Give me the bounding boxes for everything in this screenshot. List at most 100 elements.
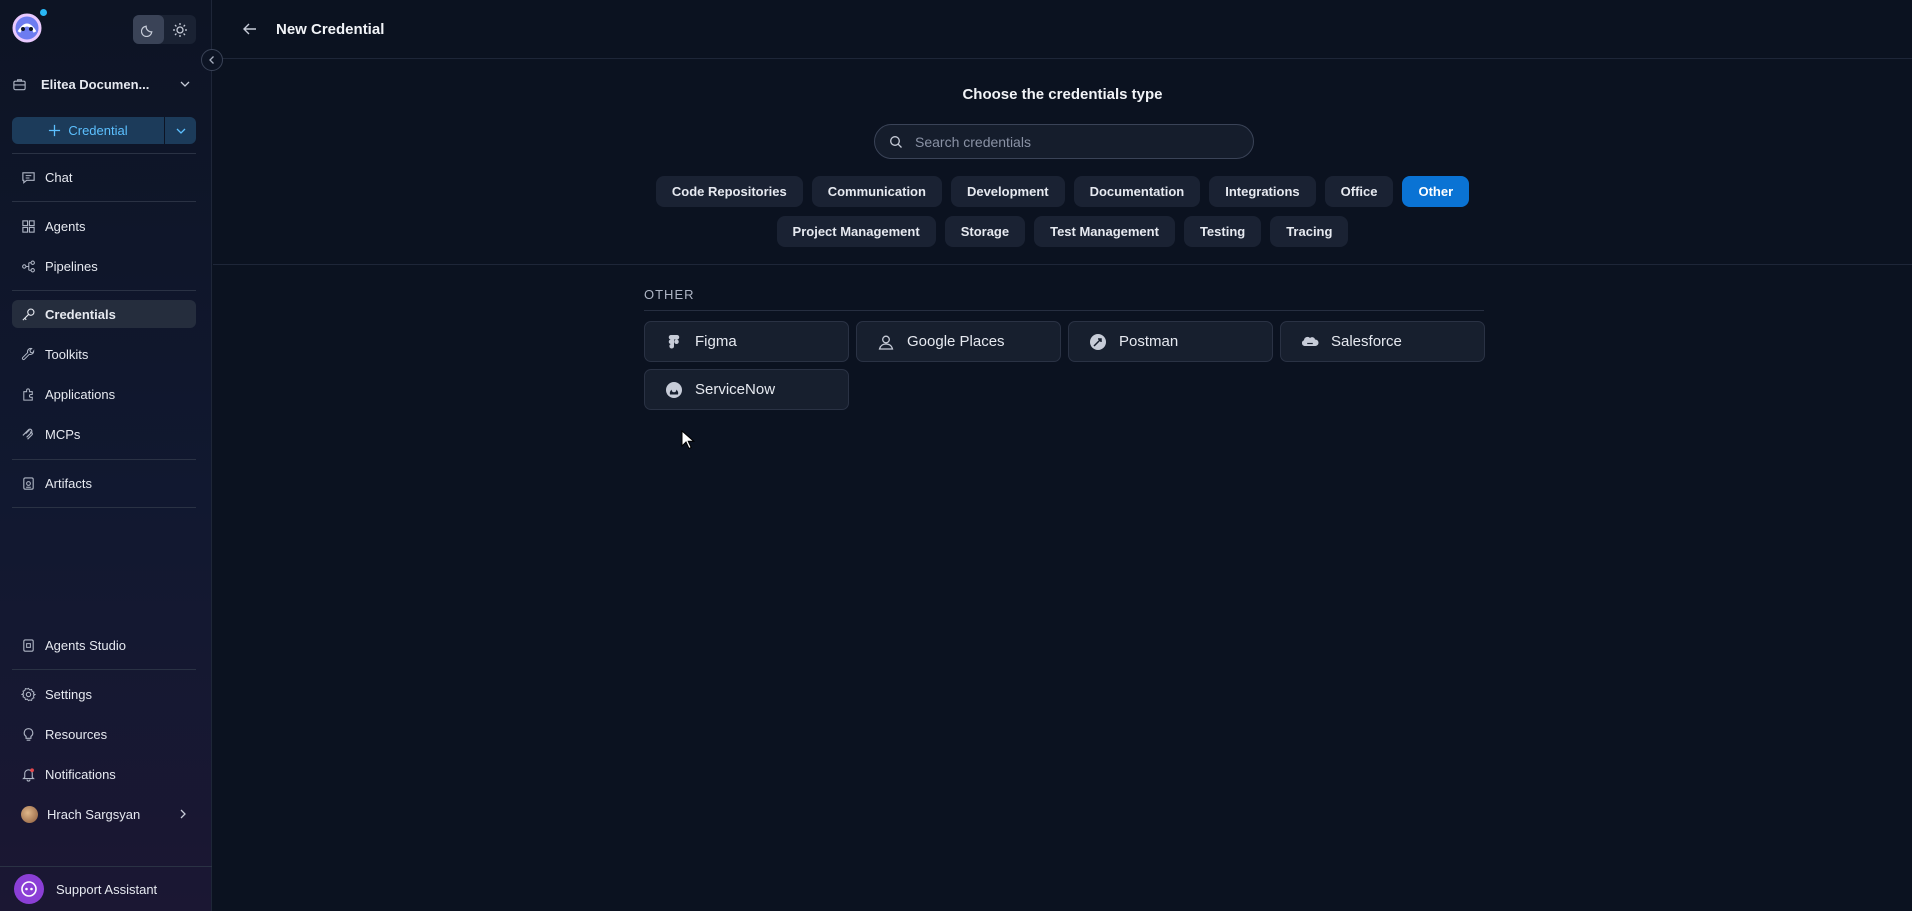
sidebar-item-notifications[interactable]: Notifications: [12, 760, 196, 788]
page-header: New Credential: [213, 0, 1912, 59]
figma-icon: [668, 334, 680, 348]
sidebar-item-label: Pipelines: [45, 258, 98, 274]
user-profile-menu[interactable]: Hrach Sargsyan: [12, 800, 196, 828]
chat-icon: [22, 171, 35, 184]
project-selector[interactable]: Elitea Documen...: [12, 70, 196, 98]
sidebar-divider: [12, 201, 196, 202]
credential-card-google-places[interactable]: Google Places: [856, 321, 1061, 362]
chevron-left-icon: [209, 56, 214, 64]
content-divider: [213, 264, 1912, 265]
support-assistant-button[interactable]: Support Assistant: [0, 866, 212, 911]
sidebar-item-agents-studio[interactable]: Agents Studio: [12, 631, 196, 659]
light-mode-button[interactable]: [164, 15, 195, 44]
search-box: [874, 124, 1254, 159]
category-chip-testing[interactable]: Testing: [1183, 216, 1262, 247]
user-icon: [878, 335, 894, 350]
bulb-icon: [23, 727, 34, 741]
briefcase-icon: [13, 78, 26, 90]
category-chip-documentation[interactable]: Documentation: [1073, 176, 1201, 207]
section-divider: [644, 310, 1484, 311]
dark-mode-button[interactable]: [133, 15, 164, 44]
credential-card-label: Salesforce: [1331, 333, 1402, 350]
gear-icon: [21, 687, 36, 701]
sidebar-item-label: Artifacts: [45, 475, 92, 491]
sidebar-divider: [12, 153, 196, 154]
category-filter-row-2: Project Management Storage Test Manageme…: [213, 216, 1912, 247]
support-assistant-icon: [14, 874, 44, 904]
sidebar-item-label: Chat: [45, 169, 73, 185]
category-chip-code-repositories[interactable]: Code Repositories: [655, 176, 803, 207]
category-chip-test-management[interactable]: Test Management: [1034, 216, 1175, 247]
user-avatar: [21, 805, 38, 823]
sidebar-item-label: Credentials: [45, 306, 116, 322]
sidebar-divider: [12, 290, 196, 291]
sidebar-item-pipelines[interactable]: Pipelines: [12, 252, 196, 280]
credential-card-salesforce[interactable]: Salesforce: [1280, 321, 1485, 362]
sidebar-item-chat[interactable]: Chat: [12, 163, 196, 191]
category-chip-project-management[interactable]: Project Management: [776, 216, 936, 247]
category-chip-office[interactable]: Office: [1324, 176, 1394, 207]
puzzle-icon: [23, 387, 33, 401]
sidebar: Elitea Documen... Credential Chat Agents…: [0, 0, 223, 911]
key-icon: [22, 308, 35, 321]
status-dot: [40, 9, 47, 16]
category-chip-development[interactable]: Development: [950, 176, 1065, 207]
sidebar-item-label: MCPs: [45, 426, 81, 442]
theme-toggle[interactable]: [133, 15, 196, 44]
create-credential-label: Credential: [68, 123, 128, 138]
credential-card-label: Figma: [695, 333, 737, 350]
sidebar-item-credentials[interactable]: Credentials: [12, 300, 196, 328]
user-name: Hrach Sargsyan: [47, 806, 141, 822]
credential-card-label: ServiceNow: [695, 381, 776, 398]
sidebar-item-artifacts[interactable]: Artifacts: [12, 469, 196, 497]
mcp-icon: [22, 428, 33, 440]
sidebar-item-label: Toolkits: [45, 346, 89, 362]
credential-card-label: Postman: [1119, 333, 1179, 350]
sidebar-divider: [12, 459, 196, 460]
category-chip-communication[interactable]: Communication: [811, 176, 942, 207]
credential-card-servicenow[interactable]: ServiceNow: [644, 369, 849, 410]
project-name: Elitea Documen...: [41, 76, 150, 92]
sidebar-item-label: Notifications: [45, 766, 116, 782]
page-title: New Credential: [276, 20, 385, 38]
plus-icon: [49, 124, 61, 137]
sidebar-item-resources[interactable]: Resources: [12, 720, 196, 748]
sidebar-item-label: Settings: [45, 686, 92, 702]
sidebar-item-label: Resources: [45, 726, 108, 742]
studio-icon: [23, 638, 34, 652]
mouse-cursor-icon: [681, 430, 695, 450]
category-filter-row-1: Code Repositories Communication Developm…: [213, 176, 1912, 207]
category-chip-tracing[interactable]: Tracing: [1270, 216, 1349, 247]
sidebar-item-label: Applications: [45, 386, 116, 402]
category-chip-other[interactable]: Other: [1402, 176, 1470, 207]
category-chip-integrations[interactable]: Integrations: [1209, 176, 1316, 207]
category-chip-storage[interactable]: Storage: [944, 216, 1026, 247]
choose-type-heading: Choose the credentials type: [962, 86, 1163, 103]
credential-card-figma[interactable]: Figma: [644, 321, 849, 362]
chevron-right-icon: [180, 809, 186, 819]
sidebar-item-applications[interactable]: Applications: [12, 380, 196, 408]
credential-card-postman[interactable]: Postman: [1068, 321, 1273, 362]
chevron-down-icon: [176, 128, 185, 134]
search-icon: [890, 135, 902, 148]
chevron-down-icon: [180, 81, 190, 87]
sidebar-item-label: Agents: [45, 218, 86, 234]
create-options-button[interactable]: [164, 117, 196, 144]
sidebar-item-mcps[interactable]: MCPs: [12, 420, 196, 448]
create-credential-button[interactable]: Credential: [12, 117, 164, 144]
moon-icon: [141, 25, 153, 37]
elitea-logo-icon[interactable]: [11, 12, 43, 44]
sidebar-item-agents[interactable]: Agents: [12, 212, 196, 240]
collapse-sidebar-button[interactable]: [201, 49, 223, 71]
artifact-icon: [23, 476, 34, 490]
section-label: OTHER: [644, 287, 695, 302]
pipeline-icon: [22, 260, 35, 272]
create-credential-button-group: Credential: [12, 117, 196, 144]
credential-card-label: Google Places: [907, 333, 1005, 350]
search-input[interactable]: [915, 133, 1215, 150]
sidebar-item-settings[interactable]: Settings: [12, 680, 196, 708]
sidebar-item-toolkits[interactable]: Toolkits: [12, 340, 196, 368]
back-button[interactable]: [241, 20, 259, 38]
sun-icon: [172, 22, 187, 37]
sidebar-divider: [12, 507, 196, 508]
